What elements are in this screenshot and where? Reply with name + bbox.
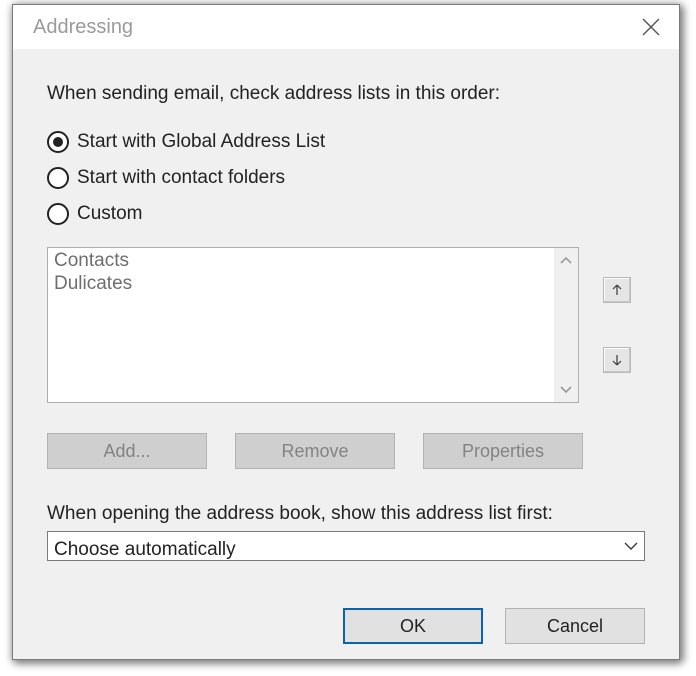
dialog-body: When sending email, check address lists … xyxy=(13,49,679,593)
radio-icon xyxy=(47,131,69,153)
radio-label: Start with contact folders xyxy=(77,167,285,189)
cancel-button[interactable]: Cancel xyxy=(505,608,645,644)
radio-option-contacts[interactable]: Start with contact folders xyxy=(47,167,645,189)
chevron-up-icon xyxy=(560,256,572,264)
chevron-down-icon xyxy=(560,386,572,394)
arrow-up-icon xyxy=(612,284,622,296)
radio-option-custom[interactable]: Custom xyxy=(47,203,645,225)
radio-label: Start with Global Address List xyxy=(77,131,325,153)
radio-option-gal[interactable]: Start with Global Address List xyxy=(47,131,645,153)
address-list-box[interactable]: Contacts Dulicates xyxy=(47,247,579,403)
close-icon xyxy=(642,18,660,36)
add-button[interactable]: Add... xyxy=(47,433,207,469)
instruction-label: When sending email, check address lists … xyxy=(47,83,645,105)
open-address-label: When opening the address book, show this… xyxy=(47,503,645,525)
list-content: Contacts Dulicates xyxy=(48,248,554,402)
move-up-button[interactable] xyxy=(603,277,631,303)
default-address-dropdown[interactable]: Choose automatically xyxy=(47,531,645,561)
list-item[interactable]: Dulicates xyxy=(54,273,548,296)
radio-icon xyxy=(47,203,69,225)
arrow-down-icon xyxy=(612,354,622,366)
scroll-up-button[interactable] xyxy=(554,248,578,272)
dialog-footer: OK Cancel xyxy=(13,593,679,659)
radio-icon xyxy=(47,167,69,189)
remove-button[interactable]: Remove xyxy=(235,433,395,469)
ok-button[interactable]: OK xyxy=(343,608,483,644)
dropdown-selected: Choose automatically xyxy=(54,540,624,559)
dialog-title: Addressing xyxy=(33,16,623,39)
close-button[interactable] xyxy=(623,5,679,49)
chevron-down-icon xyxy=(624,542,638,551)
radio-label: Custom xyxy=(77,203,142,225)
titlebar: Addressing xyxy=(13,5,679,49)
addressing-dialog: Addressing When sending email, check add… xyxy=(12,4,680,660)
scrollbar[interactable] xyxy=(554,248,578,402)
scroll-down-button[interactable] xyxy=(554,378,578,402)
list-item[interactable]: Contacts xyxy=(54,250,548,273)
properties-button[interactable]: Properties xyxy=(423,433,583,469)
move-down-button[interactable] xyxy=(603,347,631,373)
